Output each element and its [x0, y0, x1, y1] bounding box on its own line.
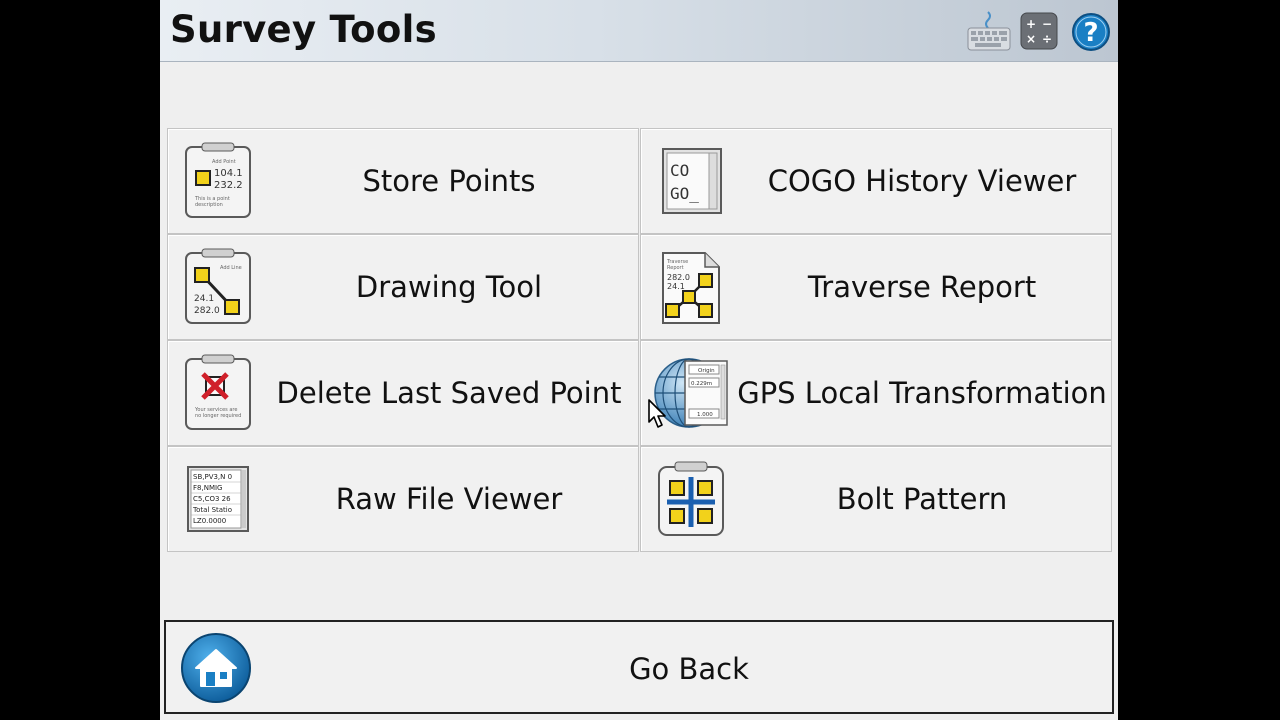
gps-local-transformation-button[interactable]: Origin 0.229m 1.000 GPS Local Transforma…: [640, 340, 1112, 446]
svg-text:?: ?: [1083, 18, 1098, 48]
go-back-button[interactable]: Go Back: [164, 620, 1114, 714]
raw-file-icon: SB,PV3,N 0 F8,NMIG C5,CO3 26 Total Stati…: [187, 466, 249, 532]
icon-text: no longer required: [195, 413, 241, 419]
svg-text:−: −: [1042, 17, 1052, 31]
keyboard-icon[interactable]: [966, 10, 1012, 52]
survey-tools-window: Survey Tools + − × ÷ ? Add Point 104.1 2…: [160, 0, 1118, 720]
icon-text: Add Point: [212, 159, 236, 165]
mouse-cursor-icon: [648, 399, 666, 428]
delete-last-saved-point-button[interactable]: Your services are no longer required Del…: [167, 340, 639, 446]
icon-text: SB,PV3,N 0: [193, 473, 232, 481]
svg-text:+: +: [1026, 17, 1036, 31]
store-points-button[interactable]: Add Point 104.1 232.2 This is a point de…: [167, 128, 639, 234]
icon-text: GO_: [670, 184, 699, 203]
icon-text: C5,CO3 26: [193, 495, 231, 503]
home-icon: [181, 633, 251, 703]
raw-file-viewer-button[interactable]: SB,PV3,N 0 F8,NMIG C5,CO3 26 Total Stati…: [167, 446, 639, 552]
icon-text: 24.1: [667, 282, 685, 291]
raw-file-viewer-label: Raw File Viewer: [335, 482, 563, 516]
delete-last-saved-point-label: Delete Last Saved Point: [276, 376, 622, 410]
page-title: Survey Tools: [170, 8, 437, 51]
traverse-report-button[interactable]: Traverse Report 282.0 24.1 Traverse Repo…: [640, 234, 1112, 340]
store-points-icon: Add Point 104.1 232.2 This is a point de…: [185, 142, 251, 218]
title-bar: Survey Tools + − × ÷ ?: [160, 0, 1118, 62]
traverse-report-label: Traverse Report: [807, 270, 1037, 304]
icon-text: 104.1: [214, 168, 243, 179]
icon-text: 232.2: [214, 180, 243, 191]
icon-text: LZ0.0000: [193, 517, 226, 525]
icon-text: 0.229m: [691, 381, 712, 387]
traverse-report-icon: Traverse Report 282.0 24.1: [662, 252, 720, 324]
gps-local-transformation-label: GPS Local Transformation: [737, 376, 1107, 410]
drawing-tool-icon: Add Line 24.1 282.0: [185, 248, 251, 324]
cogo-history-icon: CO GO_: [662, 148, 722, 214]
go-back-label: Go Back: [629, 652, 749, 686]
icon-text: CO: [670, 161, 689, 180]
icon-text: 1.000: [697, 412, 713, 418]
drawing-tool-button[interactable]: Add Line 24.1 282.0 Drawing Tool: [167, 234, 639, 340]
bolt-pattern-label: Bolt Pattern: [836, 482, 1008, 516]
cogo-history-viewer-button[interactable]: CO GO_ COGO History Viewer: [640, 128, 1112, 234]
icon-text: description: [195, 202, 223, 208]
icon-text: 24.1: [194, 294, 214, 304]
bolt-pattern-icon: [658, 461, 724, 536]
drawing-tool-label: Drawing Tool: [355, 270, 543, 304]
calculator-icon[interactable]: + −× ÷: [1020, 12, 1058, 50]
icon-text: 282.0: [667, 273, 690, 282]
icon-text: F8,NMIG: [193, 484, 222, 492]
store-points-label: Store Points: [362, 164, 536, 198]
svg-text:×: ×: [1026, 32, 1036, 46]
icon-text: 282.0: [194, 306, 220, 316]
icon-text: Origin: [698, 368, 715, 374]
help-icon[interactable]: ?: [1071, 12, 1111, 52]
bolt-pattern-button[interactable]: Bolt Pattern: [640, 446, 1112, 552]
cogo-history-viewer-label: COGO History Viewer: [767, 164, 1077, 198]
svg-text:÷: ÷: [1042, 32, 1052, 46]
icon-text: Total Statio: [192, 506, 232, 514]
icon-text: Add Line: [220, 265, 242, 271]
icon-text: Report: [667, 265, 684, 271]
delete-point-icon: Your services are no longer required: [185, 354, 251, 430]
